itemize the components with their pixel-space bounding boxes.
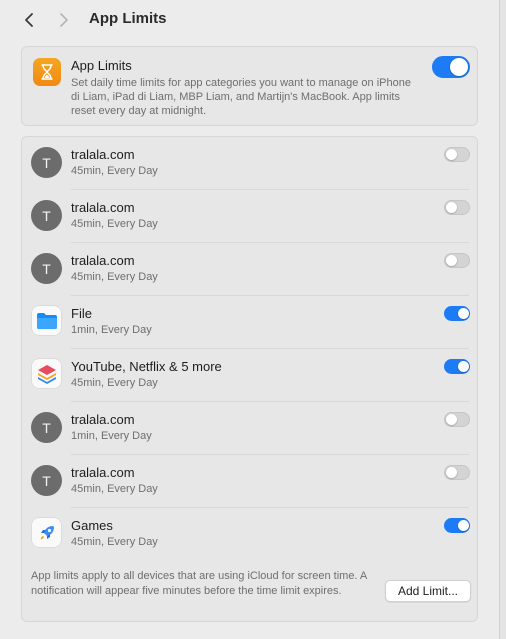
toggle-knob [450, 58, 468, 76]
list-item[interactable]: T tralala.com 45min, Every Day [22, 243, 477, 296]
app-limits-summary-card: App Limits Set daily time limits for app… [21, 46, 478, 126]
list-item[interactable]: T tralala.com 45min, Every Day [22, 190, 477, 243]
avatar: T [31, 412, 62, 443]
toggle-knob [446, 255, 457, 266]
limit-toggle[interactable] [444, 465, 470, 480]
limit-name: tralala.com [71, 200, 135, 215]
limit-name: File [71, 306, 92, 321]
limit-name: tralala.com [71, 147, 135, 162]
limit-name: Games [71, 518, 113, 533]
back-button[interactable] [19, 9, 39, 31]
toggle-knob [458, 520, 469, 531]
limit-detail: 45min, Every Day [71, 165, 158, 177]
avatar: T [31, 465, 62, 496]
toggle-knob [446, 202, 457, 213]
limit-name: tralala.com [71, 465, 135, 480]
limit-name: tralala.com [71, 412, 135, 427]
list-item[interactable]: T tralala.com 45min, Every Day [22, 455, 477, 508]
list-item[interactable]: T tralala.com 1min, Every Day [22, 402, 477, 455]
limit-detail: 45min, Every Day [71, 536, 158, 548]
limit-toggle[interactable] [444, 253, 470, 268]
limit-toggle[interactable] [444, 518, 470, 533]
list-item[interactable]: YouTube, Netflix & 5 more 45min, Every D… [22, 349, 477, 402]
rocket-icon [32, 518, 61, 547]
avatar: T [31, 200, 62, 231]
list-item[interactable]: Games 45min, Every Day [22, 508, 477, 561]
app-limits-toggle[interactable] [432, 56, 470, 78]
limit-toggle[interactable] [444, 412, 470, 427]
limit-detail: 1min, Every Day [71, 324, 152, 336]
summary-description: Set daily time limits for app categories… [71, 77, 411, 117]
toggle-knob [458, 308, 469, 319]
chevron-left-icon [25, 13, 33, 27]
window-edge [499, 0, 506, 639]
limit-detail: 45min, Every Day [71, 218, 158, 230]
limit-detail: 45min, Every Day [71, 377, 158, 389]
limits-list-card: T tralala.com 45min, Every Day T tralala… [21, 136, 478, 622]
toggle-knob [446, 414, 457, 425]
hourglass-icon [33, 58, 61, 86]
list-item[interactable]: T tralala.com 45min, Every Day [22, 137, 477, 190]
summary-title: App Limits [71, 58, 132, 73]
limit-name: tralala.com [71, 253, 135, 268]
list-item[interactable]: File 1min, Every Day [22, 296, 477, 349]
toggle-knob [458, 361, 469, 372]
toggle-knob [446, 149, 457, 160]
forward-button[interactable] [54, 9, 74, 31]
limit-detail: 45min, Every Day [71, 271, 158, 283]
limit-toggle[interactable] [444, 306, 470, 321]
stack-icon [32, 359, 61, 388]
limit-detail: 1min, Every Day [71, 430, 152, 442]
add-limit-button[interactable]: Add Limit... [385, 580, 471, 602]
chevron-right-icon [60, 13, 68, 27]
avatar: T [31, 253, 62, 284]
folder-icon [32, 306, 61, 335]
page-title: App Limits [89, 10, 167, 27]
toggle-knob [446, 467, 457, 478]
limit-toggle[interactable] [444, 359, 470, 374]
limit-toggle[interactable] [444, 147, 470, 162]
footer-note: App limits apply to all devices that are… [31, 570, 367, 597]
limit-toggle[interactable] [444, 200, 470, 215]
limit-name: YouTube, Netflix & 5 more [71, 359, 222, 374]
limit-detail: 45min, Every Day [71, 483, 158, 495]
title-bar: App Limits [0, 0, 499, 40]
avatar: T [31, 147, 62, 178]
